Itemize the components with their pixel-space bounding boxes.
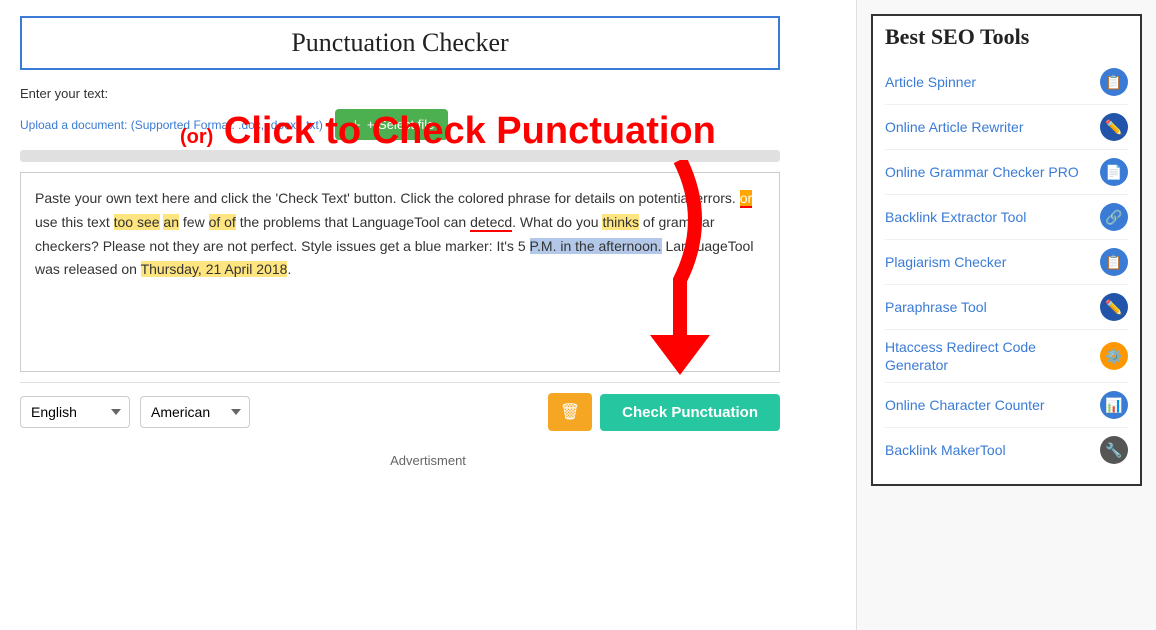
text-segment-4: few	[179, 214, 209, 230]
bottom-controls: English French German Spanish American B…	[20, 382, 780, 437]
tool-paraphrase-tool-icon: ✏️	[1100, 293, 1128, 321]
text-segment-6: . What do you	[512, 214, 602, 230]
text-segment-or: or	[740, 190, 752, 208]
language-select[interactable]: English French German Spanish	[20, 396, 130, 428]
select-file-plus-icon: ＋	[349, 115, 362, 134]
text-segment-detecd: detecd	[470, 214, 512, 232]
main-area: Punctuation Checker Enter your text: (or…	[0, 0, 856, 630]
tool-plagiarism-checker[interactable]: Plagiarism Checker 📋	[885, 240, 1128, 285]
upload-section: Upload a document: (Supported Format: .d…	[20, 109, 836, 140]
tool-online-character-counter[interactable]: Online Character Counter 📊	[885, 383, 1128, 428]
text-segment-pm: P.M. in the afternoon.	[530, 238, 662, 254]
title-box: Punctuation Checker	[20, 16, 780, 70]
text-segment-date: Thursday, 21 April 2018	[141, 261, 288, 277]
text-segment-ofof: of of	[209, 214, 236, 230]
text-segment-period: .	[287, 261, 291, 277]
tool-article-spinner-icon: 📋	[1100, 68, 1128, 96]
page-title: Punctuation Checker	[42, 28, 758, 58]
seo-tools-title: Best SEO Tools	[885, 24, 1128, 50]
text-segment-5: the problems that LanguageTool can	[236, 214, 470, 230]
upload-label: Upload a document: (Supported Format: .d…	[20, 118, 323, 132]
tool-online-character-counter-icon: 📊	[1100, 391, 1128, 419]
tool-online-grammar-checker-icon: 📄	[1100, 158, 1128, 186]
tool-backlink-extractor-label: Backlink Extractor Tool	[885, 209, 1026, 225]
progress-bar-area	[20, 150, 780, 162]
tool-article-spinner[interactable]: Article Spinner 📋	[885, 60, 1128, 105]
tool-backlink-maker[interactable]: Backlink MakerTool 🔧	[885, 428, 1128, 472]
enter-text-label: Enter your text:	[20, 86, 836, 101]
tool-backlink-extractor-icon: 🔗	[1100, 203, 1128, 231]
tool-online-grammar-checker[interactable]: Online Grammar Checker PRO 📄	[885, 150, 1128, 195]
select-file-label: + Select file	[367, 117, 435, 132]
select-file-button[interactable]: ＋ + Select file	[335, 109, 449, 140]
text-segment-2: use this text	[35, 214, 114, 230]
tool-online-article-rewriter-label: Online Article Rewriter	[885, 119, 1024, 135]
lang-selects: English French German Spanish American B…	[20, 396, 250, 428]
text-segment-an: an	[163, 214, 179, 230]
tool-paraphrase-tool[interactable]: Paraphrase Tool ✏️	[885, 285, 1128, 330]
tool-paraphrase-tool-label: Paraphrase Tool	[885, 299, 987, 315]
advertisment-label: Advertisment	[20, 453, 836, 468]
tool-online-grammar-checker-label: Online Grammar Checker PRO	[885, 163, 1079, 181]
tool-backlink-maker-icon: 🔧	[1100, 436, 1128, 464]
tool-online-article-rewriter[interactable]: Online Article Rewriter ✏️	[885, 105, 1128, 150]
sidebar: Best SEO Tools Article Spinner 📋 Online …	[856, 0, 1156, 630]
text-segment-1: Paste your own text here and click the '…	[35, 190, 740, 206]
trash-button[interactable]: 🗑	[548, 393, 592, 431]
check-punctuation-button[interactable]: Check Punctuation	[600, 394, 780, 431]
tool-backlink-extractor[interactable]: Backlink Extractor Tool 🔗	[885, 195, 1128, 240]
trash-icon: 🗑	[560, 402, 580, 422]
tool-online-article-rewriter-icon: ✏️	[1100, 113, 1128, 141]
tool-htaccess-redirect-icon: ⚙️	[1100, 342, 1128, 370]
page-wrapper: Punctuation Checker Enter your text: (or…	[0, 0, 1156, 630]
tool-article-spinner-label: Article Spinner	[885, 74, 976, 90]
tool-htaccess-redirect[interactable]: Htaccess Redirect Code Generator ⚙️	[885, 330, 1128, 383]
tool-backlink-maker-label: Backlink MakerTool	[885, 442, 1006, 458]
text-segment-thinks: thinks	[602, 214, 639, 230]
seo-tools-box: Best SEO Tools Article Spinner 📋 Online …	[871, 14, 1142, 486]
tool-plagiarism-checker-icon: 📋	[1100, 248, 1128, 276]
text-segment-8: hey are not perfect. Style issues get a …	[177, 238, 530, 254]
tool-plagiarism-checker-label: Plagiarism Checker	[885, 254, 1006, 270]
tool-online-character-counter-label: Online Character Counter	[885, 397, 1045, 413]
text-segment-not: not t	[149, 238, 176, 254]
dialect-select[interactable]: American British Canadian Australian	[140, 396, 250, 428]
tool-htaccess-redirect-label: Htaccess Redirect Code Generator	[885, 338, 1085, 374]
text-segment-toosee: too see	[114, 214, 160, 230]
text-editor[interactable]: Paste your own text here and click the '…	[20, 172, 780, 372]
action-buttons: 🗑 Check Punctuation	[548, 393, 780, 431]
